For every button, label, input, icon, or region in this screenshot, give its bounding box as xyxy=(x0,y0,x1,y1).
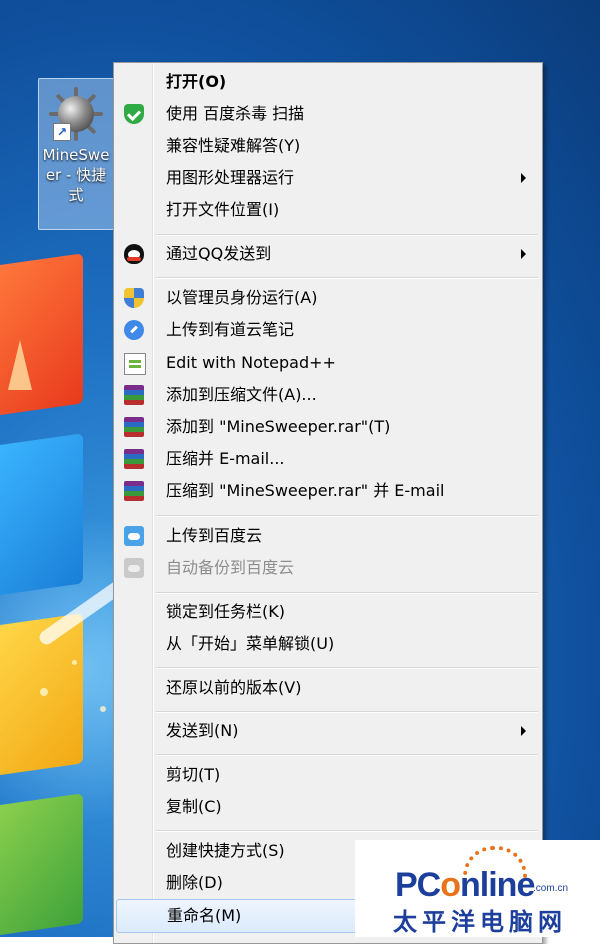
pconline-domain: .com.cn xyxy=(533,883,569,894)
menu-item-label: 还原以前的版本(V) xyxy=(166,678,302,697)
menu-item-send-to[interactable]: 发送到(N) xyxy=(116,715,540,747)
menu-item-auto-backup-baidu-cloud: 自动备份到百度云 xyxy=(116,552,540,584)
menu-item-label: 添加到 "MineSweeper.rar"(T) xyxy=(166,417,391,436)
menu-item-troubleshoot-compatibility[interactable]: 兼容性疑难解答(Y) xyxy=(116,130,540,162)
menu-item-upload-youdao-note[interactable]: 上传到有道云笔记 xyxy=(116,314,540,346)
uac-shield-icon xyxy=(124,288,144,308)
wallpaper-sparkle xyxy=(40,688,48,696)
pconline-chinese-name: 太平洋电脑网 xyxy=(393,908,567,936)
menu-item-label: 删除(D) xyxy=(166,873,223,892)
menu-separator xyxy=(156,515,538,517)
baidu-cloud-disabled-icon xyxy=(124,558,144,578)
windows-logo-blue-pane xyxy=(0,433,83,597)
youdao-note-icon xyxy=(124,320,144,340)
menu-item-label: 以管理员身份运行(A) xyxy=(166,288,318,307)
menu-separator xyxy=(156,667,538,669)
windows-logo-green-pane xyxy=(0,793,83,937)
submenu-arrow-icon xyxy=(521,249,526,259)
menu-item-label: 打开(O) xyxy=(166,72,227,91)
menu-item-label: 锁定到任务栏(K) xyxy=(166,602,285,621)
menu-item-upload-baidu-cloud[interactable]: 上传到百度云 xyxy=(116,520,540,552)
menu-item-label: 创建快捷方式(S) xyxy=(166,841,285,860)
menu-item-baidu-scan[interactable]: 使用 百度杀毒 扫描 xyxy=(116,98,540,130)
menu-item-label: 通过QQ发送到 xyxy=(166,244,272,263)
wallpaper-sparkle xyxy=(100,706,106,712)
menu-item-send-via-qq[interactable]: 通过QQ发送到 xyxy=(116,238,540,270)
menu-item-compress-to-rar-and-email[interactable]: 压缩到 "MineSweeper.rar" 并 E-mail xyxy=(116,475,540,507)
menu-item-add-to-rar[interactable]: 添加到 "MineSweeper.rar"(T) xyxy=(116,411,540,443)
menu-separator xyxy=(156,830,538,832)
menu-item-label: 自动备份到百度云 xyxy=(166,558,295,577)
menu-item-unpin-from-start[interactable]: 从「开始」菜单解锁(U) xyxy=(116,628,540,660)
notepad-plus-plus-icon xyxy=(124,353,146,375)
desktop-shortcut-label: MineSwe er - 快捷 式 xyxy=(42,146,110,204)
pconline-logo-text: PConline xyxy=(395,866,535,904)
shortcut-arrow-icon: ↗ xyxy=(53,123,71,141)
menu-item-edit-notepad-plus-plus[interactable]: Edit with Notepad++ xyxy=(116,347,540,379)
menu-item-cut[interactable]: 剪切(T) xyxy=(116,759,540,791)
desktop-shortcut-minesweeper[interactable]: ↗ MineSwe er - 快捷 式 xyxy=(38,78,114,230)
menu-item-label: Edit with Notepad++ xyxy=(166,353,336,372)
menu-item-label: 上传到百度云 xyxy=(166,526,263,545)
menu-item-label: 发送到(N) xyxy=(166,721,239,740)
baidu-cloud-icon xyxy=(124,526,144,546)
menu-separator xyxy=(156,234,538,236)
menu-separator xyxy=(156,711,538,713)
menu-item-label: 打开文件位置(I) xyxy=(166,200,280,219)
menu-item-pin-to-taskbar[interactable]: 锁定到任务栏(K) xyxy=(116,596,540,628)
menu-item-label: 压缩到 "MineSweeper.rar" 并 E-mail xyxy=(166,481,445,500)
menu-item-open[interactable]: 打开(O) xyxy=(116,66,540,98)
menu-item-label: 兼容性疑难解答(Y) xyxy=(166,136,301,155)
menu-separator xyxy=(156,277,538,279)
winrar-icon xyxy=(124,385,144,405)
menu-item-compress-and-email[interactable]: 压缩并 E-mail... xyxy=(116,443,540,475)
winrar-icon xyxy=(124,481,144,501)
submenu-arrow-icon xyxy=(521,173,526,183)
baidu-antivirus-shield-icon xyxy=(124,104,144,124)
menu-item-label: 上传到有道云笔记 xyxy=(166,320,295,339)
menu-item-label: 压缩并 E-mail... xyxy=(166,449,285,468)
qq-penguin-icon xyxy=(124,244,144,264)
menu-item-copy[interactable]: 复制(C) xyxy=(116,791,540,823)
menu-item-label: 添加到压缩文件(A)... xyxy=(166,385,317,404)
menu-item-label: 从「开始」菜单解锁(U) xyxy=(166,634,335,653)
menu-item-label: 重命名(M) xyxy=(167,906,242,925)
menu-item-run-as-admin[interactable]: 以管理员身份运行(A) xyxy=(116,282,540,314)
minesweeper-mine-icon: ↗ xyxy=(49,87,103,141)
menu-item-label: 复制(C) xyxy=(166,797,222,816)
winrar-icon xyxy=(124,417,144,437)
pconline-watermark: PConline .com.cn 太平洋电脑网 xyxy=(355,840,600,937)
wallpaper-tree-shape xyxy=(8,340,32,390)
menu-item-label: 剪切(T) xyxy=(166,765,221,784)
windows-logo-red-pane xyxy=(0,253,83,417)
menu-item-add-to-archive[interactable]: 添加到压缩文件(A)... xyxy=(116,379,540,411)
wallpaper-sparkle xyxy=(72,660,77,665)
context-menu: 打开(O) 使用 百度杀毒 扫描 兼容性疑难解答(Y) 用图形处理器运行 打开文… xyxy=(113,62,543,944)
winrar-icon xyxy=(124,449,144,469)
menu-item-run-with-gpu[interactable]: 用图形处理器运行 xyxy=(116,162,540,194)
menu-item-open-file-location[interactable]: 打开文件位置(I) xyxy=(116,194,540,226)
menu-separator xyxy=(156,592,538,594)
menu-item-label: 用图形处理器运行 xyxy=(166,168,295,187)
menu-separator xyxy=(156,754,538,756)
submenu-arrow-icon xyxy=(521,726,526,736)
menu-item-label: 使用 百度杀毒 扫描 xyxy=(166,104,305,123)
menu-item-restore-previous-versions[interactable]: 还原以前的版本(V) xyxy=(116,672,540,704)
